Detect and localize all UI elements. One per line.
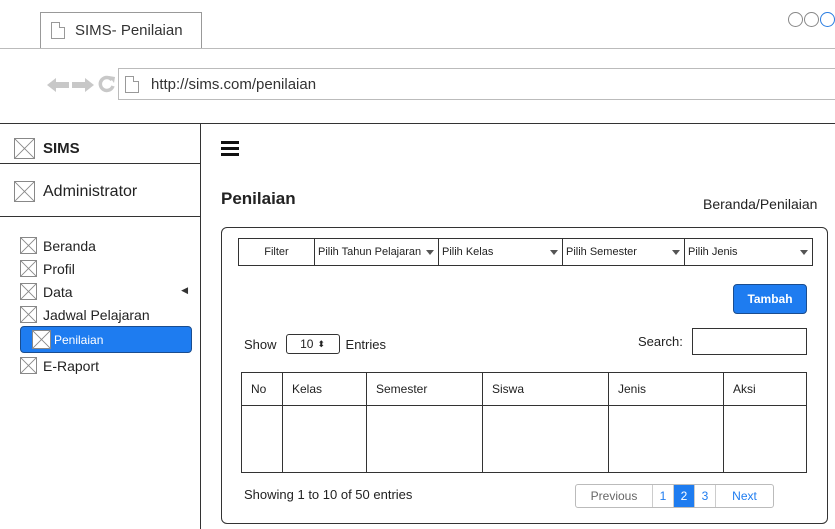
table-cell [282,405,367,473]
caret-left-icon[interactable]: ◀ [181,285,188,296]
page-button-1[interactable]: 1 [653,485,674,507]
tab-divider [0,48,835,49]
table-cell [723,405,807,473]
chevron-down-icon [426,250,434,255]
entries-stepper[interactable]: 10 ⬍ [285,334,340,354]
filter-label: Filter [239,239,315,265]
close-icon[interactable] [820,12,835,27]
address-bar[interactable]: http://sims.com/penilaian [118,68,835,100]
table-cell [241,405,283,473]
tahun-select[interactable]: Pilih Tahun Pelajaran [315,239,439,265]
data-icon [20,283,37,300]
browser-tab[interactable]: SIMS- Penilaian [40,12,202,48]
jenis-select-value: Pilih Jenis [688,246,738,258]
table-header-row: No Kelas Semester Siswa Jenis Aksi [241,372,807,406]
previous-page-button[interactable]: Previous [576,485,653,507]
search-label: Search: [638,334,683,349]
sidebar-item-data[interactable]: Data ◀ [20,280,192,303]
column-header-no[interactable]: No [241,372,283,406]
window-controls [788,12,835,27]
table-cell [608,405,724,473]
page-title: Penilaian [221,189,296,208]
maximize-icon[interactable] [804,12,819,27]
sidebar-item-beranda[interactable]: Beranda [20,234,192,257]
schedule-icon [20,306,37,323]
sidebar-item-label: Beranda [43,237,96,254]
filter-bar: Filter Pilih Tahun Pelajaran Pilih Kelas… [238,238,813,266]
sidebar-border [200,124,201,529]
column-header-kelas[interactable]: Kelas [282,372,367,406]
entries-label: Entries [345,336,386,352]
column-header-semester[interactable]: Semester [366,372,483,406]
page-button-3[interactable]: 3 [695,485,716,507]
show-label: Show [244,336,277,352]
kelas-select-value: Pilih Kelas [442,246,494,258]
column-header-aksi[interactable]: Aksi [723,372,807,406]
sidebar-item-eraport[interactable]: E-Raport [20,354,192,377]
minimize-icon[interactable] [788,12,803,27]
tahun-select-value: Pilih Tahun Pelajaran [318,246,422,258]
reload-icon[interactable] [98,75,116,93]
tab-title: SIMS- Penilaian [75,22,183,39]
chevron-down-icon [672,250,680,255]
sidebar-item-jadwal[interactable]: Jadwal Pelajaran [20,303,192,326]
next-page-button[interactable]: Next [716,485,773,507]
page-icon [51,22,65,39]
entries-control: Show 10 ⬍ Entries [244,334,386,354]
stepper-arrows-icon[interactable]: ⬍ [317,339,325,349]
sidebar-menu: Beranda Profil Data ◀ Jadwal Pelajaran P… [20,234,192,377]
page-button-2[interactable]: 2 [674,485,695,507]
sidebar-item-label: Profil [43,260,75,277]
page-icon [125,75,139,93]
forward-arrow-icon[interactable] [72,78,94,92]
sidebar-item-label: Data [43,283,73,300]
chevron-down-icon [800,250,808,255]
column-header-siswa[interactable]: Siswa [482,372,609,406]
sidebar-item-penilaian[interactable]: Penilaian [20,326,192,353]
jenis-select[interactable]: Pilih Jenis [685,239,812,265]
header-divider [0,123,835,124]
table-cell [366,405,483,473]
browser-chrome: SIMS- Penilaian http://sims.com/penilaia… [0,0,835,118]
chevron-down-icon [550,250,558,255]
search-input[interactable] [692,328,807,355]
back-arrow-icon[interactable] [47,78,69,92]
sidebar-item-label: Jadwal Pelajaran [43,306,150,323]
add-button[interactable]: Tambah [733,284,807,314]
data-table: No Kelas Semester Siswa Jenis Aksi [241,372,807,473]
report-icon [20,357,37,374]
hamburger-icon[interactable] [221,141,239,159]
sidebar-divider [0,216,200,217]
table-row [241,405,807,473]
semester-select[interactable]: Pilih Semester [563,239,685,265]
brand-name: SIMS [43,140,80,157]
sidebar-item-profil[interactable]: Profil [20,257,192,280]
user-name: Administrator [43,182,138,200]
column-header-jenis[interactable]: Jenis [608,372,724,406]
user-profile[interactable]: Administrator [14,181,137,202]
grade-icon [32,330,51,349]
logo-icon [14,138,35,159]
profile-icon [20,260,37,277]
entries-value: 10 [300,337,314,351]
avatar [14,181,35,202]
kelas-select[interactable]: Pilih Kelas [439,239,563,265]
pagination-info: Showing 1 to 10 of 50 entries [244,487,413,502]
url-text: http://sims.com/penilaian [151,75,317,93]
table-cell [482,405,609,473]
sidebar-item-label: Penilaian [54,332,104,347]
sidebar-item-label: E-Raport [43,357,100,374]
breadcrumb[interactable]: Beranda/Penilaian [703,196,817,212]
semester-select-value: Pilih Semester [566,246,637,258]
home-icon [20,237,37,254]
sidebar-divider [0,163,200,164]
brand[interactable]: SIMS [14,138,80,159]
pagination: Previous 1 2 3 Next [575,484,774,508]
